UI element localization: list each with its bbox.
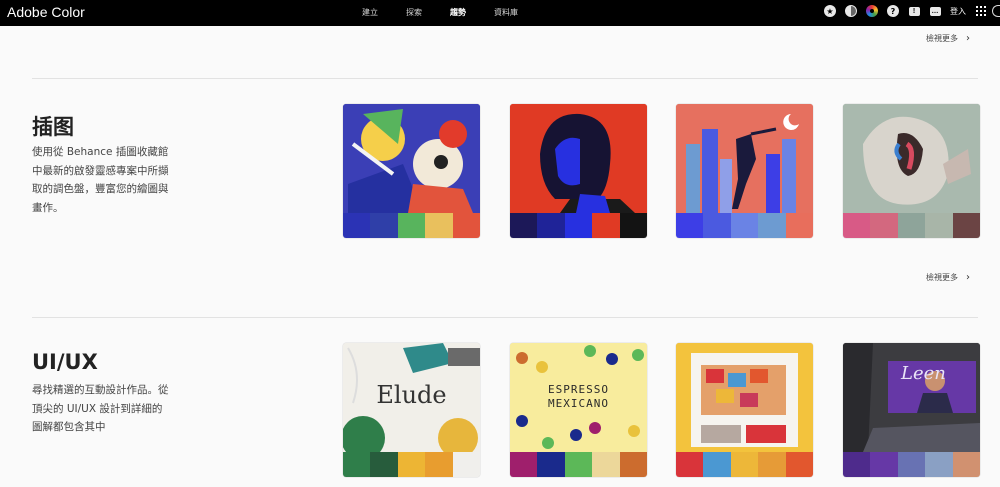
swatch	[952, 452, 980, 477]
palette-strip	[343, 213, 480, 238]
palette-strip	[343, 452, 480, 477]
swatch	[676, 452, 704, 477]
artwork-title: Elude	[376, 381, 447, 409]
artwork-title: Leen	[901, 363, 946, 384]
theme-card[interactable]: ESPRESSO MEXICANO	[510, 343, 647, 477]
swatch	[897, 452, 926, 477]
palette-strip	[676, 213, 813, 238]
swatch	[703, 452, 731, 477]
toolbar: ★ ? ! … 登入	[815, 5, 1000, 17]
palette-strip	[843, 213, 980, 238]
swatch	[592, 213, 620, 238]
swatch	[758, 213, 786, 238]
view-more-link[interactable]: 檢視更多 ›	[926, 272, 970, 283]
nav-explore[interactable]: 探索	[406, 7, 422, 18]
artwork-image: ESPRESSO MEXICANO	[510, 343, 647, 452]
accessibility-icon[interactable]: ★	[824, 5, 836, 17]
swatch	[452, 452, 480, 477]
adobe-icon[interactable]	[992, 5, 1000, 17]
swatch	[897, 213, 926, 238]
swatch	[843, 452, 871, 477]
swatch	[619, 452, 647, 477]
swatch	[676, 213, 704, 238]
nav-create[interactable]: 建立	[362, 7, 378, 18]
swatch	[730, 452, 759, 477]
theme-card[interactable]	[510, 104, 647, 238]
swatch	[785, 452, 813, 477]
swatch	[564, 452, 593, 477]
swatch	[870, 452, 898, 477]
swatch	[870, 213, 898, 238]
swatch	[397, 452, 426, 477]
swatch	[397, 213, 426, 238]
swatch	[537, 452, 565, 477]
swatch	[619, 213, 647, 238]
swatch	[758, 452, 786, 477]
theme-card[interactable]: Elude	[343, 343, 480, 477]
theme-card[interactable]	[676, 104, 813, 238]
view-more-link[interactable]: 檢視更多 ›	[926, 33, 970, 44]
swatch	[785, 213, 813, 238]
swatch	[510, 213, 538, 238]
artwork-image	[843, 104, 980, 213]
artwork-image	[676, 104, 813, 213]
swatch	[343, 452, 371, 477]
swatch	[703, 213, 731, 238]
chevron-right-icon: ›	[966, 272, 970, 283]
artwork-title: ESPRESSO MEXICANO	[548, 383, 609, 410]
view-more-label: 檢視更多	[926, 34, 958, 43]
view-more-label: 檢視更多	[926, 273, 958, 282]
feedback-icon[interactable]: …	[929, 5, 941, 17]
swatch	[452, 213, 480, 238]
swatch	[925, 213, 953, 238]
palette-strip	[510, 213, 647, 238]
swatch	[343, 213, 371, 238]
swatch	[510, 452, 538, 477]
divider	[32, 317, 978, 318]
section-title-uiux: UI/UX	[32, 350, 98, 374]
top-bar: Adobe Color 建立 探索 趨勢 資料庫 ★ ? ! … 登入	[0, 0, 1000, 26]
apps-grid-icon[interactable]	[976, 6, 986, 16]
artwork-image: Elude	[343, 343, 480, 452]
nav-library[interactable]: 資料庫	[494, 7, 518, 18]
main-nav: 建立 探索 趨勢 資料庫	[362, 7, 546, 18]
swatch	[952, 213, 980, 238]
artwork-image	[676, 343, 813, 452]
palette-strip	[676, 452, 813, 477]
theme-card[interactable]	[676, 343, 813, 477]
section-title-illustration: 插图	[32, 115, 74, 139]
artwork-image	[510, 104, 647, 213]
theme-card[interactable]: Leen	[843, 343, 980, 477]
brand-logo[interactable]: Adobe Color	[7, 4, 85, 20]
swatch	[592, 452, 620, 477]
signin-link[interactable]: 登入	[950, 6, 966, 17]
divider	[32, 78, 978, 79]
nav-trends[interactable]: 趨勢	[450, 7, 466, 18]
swatch	[425, 213, 453, 238]
artwork-image	[343, 104, 480, 213]
swatch	[730, 213, 759, 238]
swatch	[537, 213, 565, 238]
theme-card[interactable]	[843, 104, 980, 238]
swatch	[370, 213, 398, 238]
chevron-right-icon: ›	[966, 33, 970, 44]
swatch	[564, 213, 593, 238]
palette-strip	[843, 452, 980, 477]
report-icon[interactable]: !	[908, 5, 920, 17]
section-description-uiux: 尋找精選的互動設計作品。從頂尖的 UI/UX 設計到詳細的圖解都包含其中	[32, 384, 169, 433]
swatch	[925, 452, 953, 477]
theme-card[interactable]	[343, 104, 480, 238]
section-description-illustration: 使用從 Behance 插圖收藏館中最新的啟發靈感專案中所擷取的調色盤，豐富您的…	[32, 146, 169, 214]
palette-strip	[510, 452, 647, 477]
swatch	[425, 452, 453, 477]
help-icon[interactable]: ?	[887, 5, 899, 17]
swatch	[370, 452, 398, 477]
swatch	[843, 213, 871, 238]
artwork-image: Leen	[843, 343, 980, 452]
color-wheel-icon[interactable]	[866, 5, 878, 17]
contrast-icon[interactable]	[845, 5, 857, 17]
